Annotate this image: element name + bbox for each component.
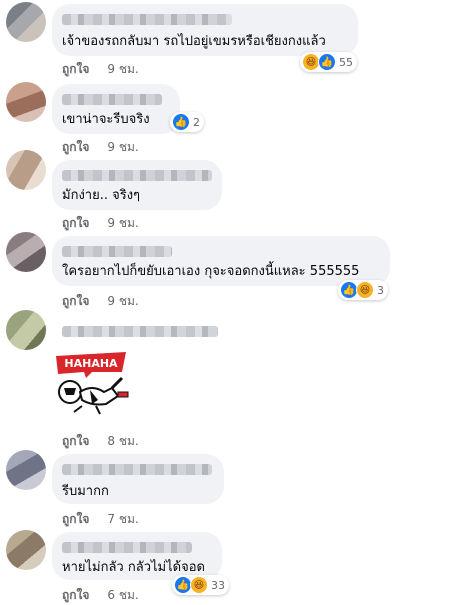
sticker-text: HAHAHA (64, 357, 118, 370)
reaction-summary[interactable]: 😆 👍 55 (300, 52, 357, 72)
timestamp[interactable]: 6 ชม. (107, 588, 138, 602)
like-link[interactable]: ถูกใจ (62, 140, 89, 154)
comment-text: เจ้าของรถกลับมา รถไปอยู่เขมรหรือเชียงกงแ… (62, 34, 326, 49)
author-name[interactable] (62, 326, 218, 337)
reaction-summary[interactable]: 👍 😆 3 (338, 280, 388, 300)
comment-bubble: หายไม่กลัว กลัวไม่ได้จอด (52, 532, 222, 580)
comment-actions: ถูกใจ 6 ชม. (62, 586, 139, 605)
reaction-count: 33 (211, 578, 225, 592)
reaction-summary[interactable]: 👍 😆 33 (172, 575, 229, 595)
reaction-count: 2 (193, 115, 200, 129)
comment-text: ใครอยากไปก็ขยับเอาเอง กุจะจอดกงนี้แหละ 5… (62, 264, 360, 279)
timestamp[interactable]: 8 ชม. (107, 434, 138, 448)
author-name[interactable] (62, 246, 172, 257)
reaction-count: 55 (339, 55, 353, 69)
avatar[interactable] (6, 150, 46, 190)
reaction-summary[interactable]: 👍 2 (170, 112, 204, 132)
avatar[interactable] (6, 2, 46, 42)
author-name[interactable] (62, 94, 162, 105)
timestamp[interactable]: 9 ชม. (107, 294, 138, 308)
comment-bubble: เจ้าของรถกลับมา รถไปอยู่เขมรหรือเชียงกงแ… (52, 4, 358, 56)
comment-actions: ถูกใจ 9 ชม. (62, 60, 139, 79)
avatar[interactable] (6, 232, 46, 272)
like-link[interactable]: ถูกใจ (62, 588, 89, 602)
like-link[interactable]: ถูกใจ (62, 294, 89, 308)
comment-text: เขาน่าจะรีบจริง (62, 112, 150, 127)
comment-text: หายไม่กลัว กลัวไม่ได้จอด (62, 560, 205, 575)
like-link[interactable]: ถูกใจ (62, 216, 89, 230)
timestamp[interactable]: 9 ชม. (107, 216, 138, 230)
comment-bubble: ใครอยากไปก็ขยับเอาเอง กุจะจอดกงนี้แหละ 5… (52, 236, 390, 286)
comment-bubble: รีบมากก (52, 454, 224, 504)
like-link[interactable]: ถูกใจ (62, 512, 89, 526)
reaction-count: 3 (377, 283, 384, 297)
comment-actions: ถูกใจ 9 ชม. (62, 214, 139, 233)
avatar[interactable] (6, 310, 46, 350)
haha-sticker[interactable]: HAHAHA (52, 348, 130, 416)
comment-text: มักง่าย.. จริงๆ (62, 188, 141, 203)
timestamp[interactable]: 9 ชม. (107, 140, 138, 154)
avatar[interactable] (6, 530, 46, 570)
comment-actions: ถูกใจ 7 ชม. (62, 510, 139, 529)
author-name[interactable] (62, 170, 212, 181)
like-reaction-icon: 👍 (318, 53, 336, 71)
comment-actions: ถูกใจ 9 ชม. (62, 292, 139, 311)
haha-reaction-icon: 😆 (190, 576, 208, 594)
author-name[interactable] (62, 14, 232, 25)
like-reaction-icon: 👍 (172, 113, 190, 131)
like-link[interactable]: ถูกใจ (62, 62, 89, 76)
haha-reaction-icon: 😆 (356, 281, 374, 299)
timestamp[interactable]: 7 ชม. (107, 512, 138, 526)
like-link[interactable]: ถูกใจ (62, 434, 89, 448)
avatar[interactable] (6, 450, 46, 490)
comment-bubble: มักง่าย.. จริงๆ (52, 160, 222, 210)
timestamp[interactable]: 9 ชม. (107, 62, 138, 76)
author-name[interactable] (62, 464, 212, 475)
author-name[interactable] (62, 542, 192, 553)
comment-actions: ถูกใจ 8 ชม. (62, 432, 139, 451)
avatar[interactable] (6, 82, 46, 122)
comment-bubble: เขาน่าจะรีบจริง (52, 84, 180, 134)
comment-actions: ถูกใจ 9 ชม. (62, 138, 139, 157)
comment-text: รีบมากก (62, 484, 109, 499)
